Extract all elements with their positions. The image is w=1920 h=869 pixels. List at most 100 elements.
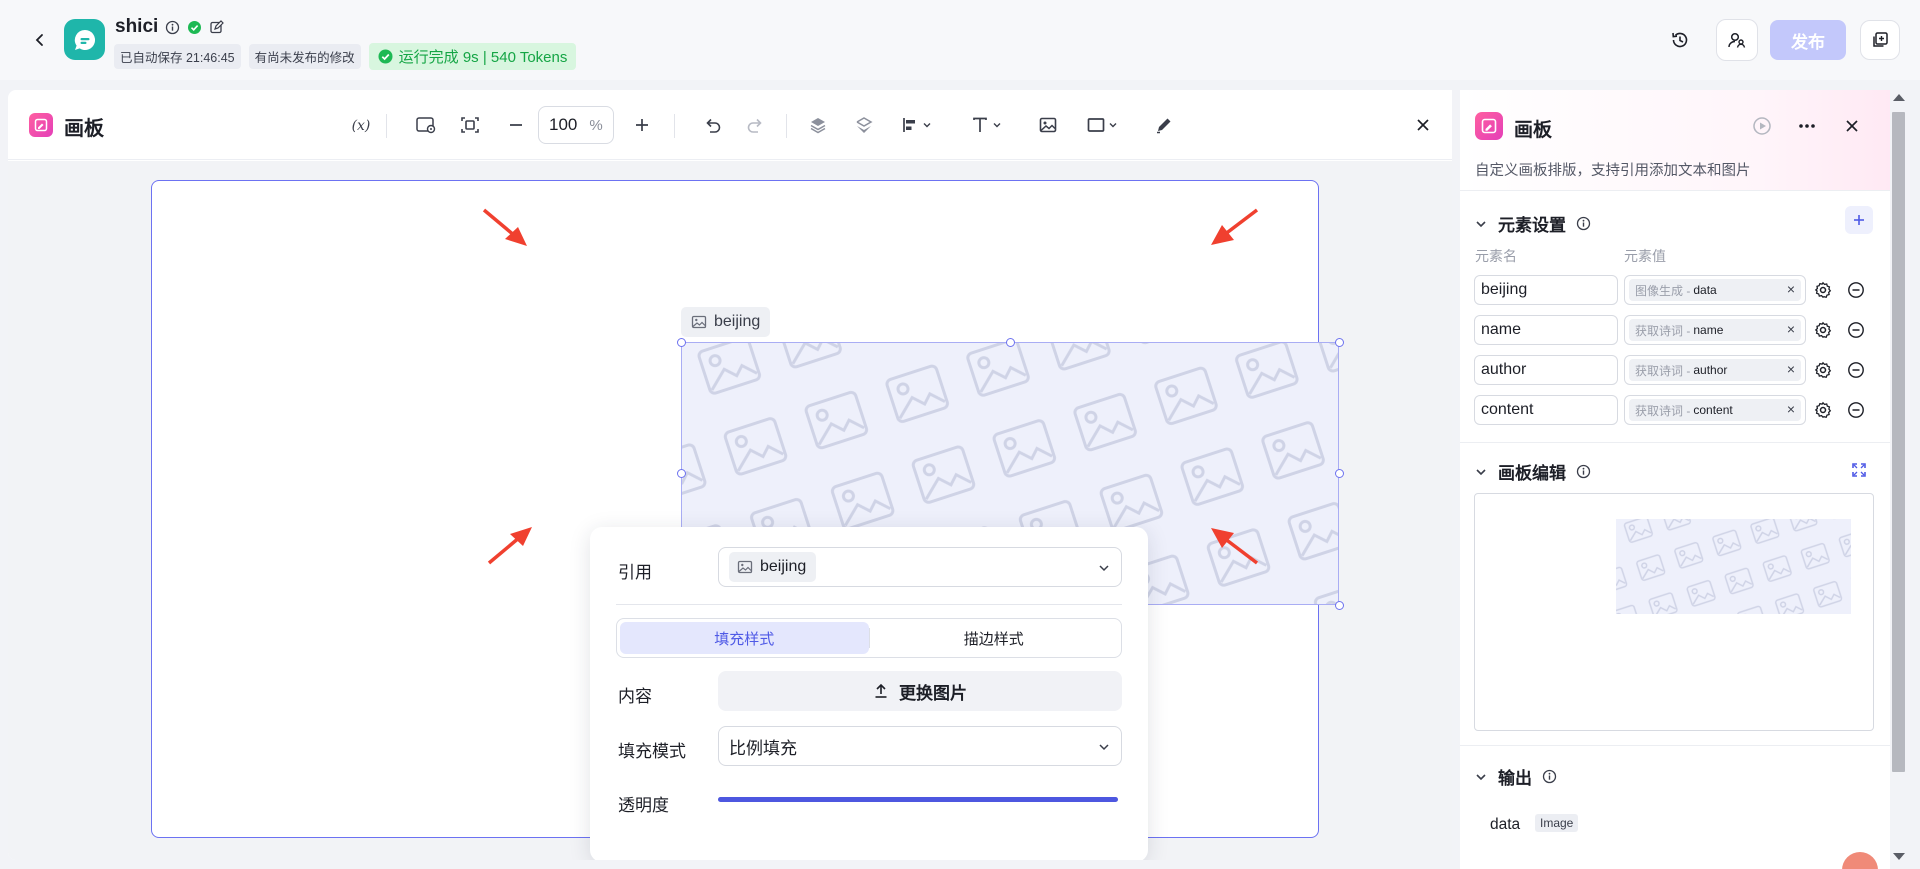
- element-name-input[interactable]: content: [1474, 395, 1618, 425]
- info-icon[interactable]: [1542, 769, 1557, 784]
- add-element-button[interactable]: [1845, 206, 1873, 234]
- remove-value-icon[interactable]: ×: [1787, 322, 1795, 337]
- zoom-input[interactable]: 100 %: [538, 106, 614, 144]
- minus-circle-icon: [1848, 362, 1864, 378]
- opacity-slider[interactable]: [718, 797, 1118, 802]
- reference-select[interactable]: beijing: [718, 547, 1122, 587]
- remove-element-button[interactable]: [1846, 320, 1866, 340]
- expand-editor-button[interactable]: [1849, 460, 1869, 480]
- remove-value-icon[interactable]: ×: [1787, 402, 1795, 417]
- chevron-down-icon: [1109, 123, 1117, 128]
- remove-element-button[interactable]: [1846, 360, 1866, 380]
- close-panel-button[interactable]: [1840, 114, 1864, 138]
- fit-screen-icon: [461, 117, 479, 133]
- run-status-badge[interactable]: 运行完成 9s | 540 Tokens: [368, 43, 577, 70]
- tab-fill-style[interactable]: 填充样式: [620, 622, 869, 654]
- bring-forward-button[interactable]: [800, 112, 836, 138]
- send-backward-button[interactable]: [846, 112, 882, 138]
- close-canvas-button[interactable]: [1412, 114, 1434, 136]
- plus-icon: [636, 119, 648, 131]
- remove-element-button[interactable]: [1846, 280, 1866, 300]
- gear-icon: [1814, 361, 1832, 378]
- svg-text:(x): (x): [352, 118, 371, 134]
- scrollbar-thumb[interactable]: [1892, 112, 1905, 772]
- element-settings-button[interactable]: [1813, 360, 1833, 380]
- resize-handle-top-right[interactable]: [1335, 338, 1344, 347]
- remove-value-icon[interactable]: ×: [1787, 362, 1795, 377]
- element-label-text: beijing: [714, 313, 761, 330]
- minus-circle-icon: [1848, 282, 1864, 298]
- output-section-header[interactable]: 输出: [1474, 764, 1557, 789]
- canvas-viewport[interactable]: beijing 引用 beijing 填充样式 描边样式 内容 更换图片 填充模…: [8, 161, 1452, 860]
- more-options-button[interactable]: [1795, 114, 1819, 138]
- element-settings-button[interactable]: [1813, 320, 1833, 340]
- align-dropdown[interactable]: [892, 112, 942, 138]
- screen-settings-icon: [416, 117, 436, 134]
- copy-workflow-button[interactable]: [1860, 20, 1900, 60]
- fit-view-button[interactable]: [450, 112, 490, 138]
- editor-section-header[interactable]: 画板编辑: [1474, 459, 1591, 484]
- info-icon[interactable]: [1576, 464, 1591, 479]
- fill-mode-select[interactable]: 比例填充: [718, 726, 1122, 766]
- insert-image-button[interactable]: [1030, 112, 1066, 138]
- history-button[interactable]: [1659, 19, 1701, 61]
- preview-image-element: [1616, 519, 1851, 614]
- run-node-button[interactable]: [1750, 114, 1774, 138]
- resize-handle-bottom-right[interactable]: [1335, 601, 1344, 610]
- image-icon: [737, 560, 753, 574]
- undo-button[interactable]: [694, 112, 730, 138]
- element-settings-button[interactable]: [1813, 280, 1833, 300]
- elements-section-header[interactable]: 元素设置: [1474, 211, 1591, 236]
- value-source: 图像生成 -: [1635, 283, 1691, 298]
- element-value-field[interactable]: 图像生成 - data ×: [1624, 275, 1806, 305]
- edit-icon[interactable]: [209, 19, 225, 35]
- canvas-toolbar: 画板 (x) 100 %: [8, 90, 1452, 160]
- pencil-icon: [1157, 118, 1171, 134]
- element-value-field[interactable]: 获取诗词 - content ×: [1624, 395, 1806, 425]
- tab-stroke-style[interactable]: 描边样式: [870, 622, 1119, 654]
- element-name-input[interactable]: name: [1474, 315, 1618, 345]
- redo-icon: [747, 118, 762, 133]
- resize-handle-left[interactable]: [677, 469, 686, 478]
- zoom-out-button[interactable]: [496, 112, 536, 138]
- info-icon[interactable]: [1576, 216, 1591, 231]
- remove-value-icon[interactable]: ×: [1787, 282, 1795, 297]
- scroll-up-arrow[interactable]: [1893, 94, 1905, 101]
- shape-dropdown[interactable]: [1078, 112, 1128, 138]
- pen-tool-button[interactable]: [1146, 112, 1182, 138]
- editor-section-title: 画板编辑: [1498, 464, 1566, 483]
- element-name-input[interactable]: beijing: [1474, 275, 1618, 305]
- panel-scrollbar[interactable]: [1890, 90, 1920, 869]
- chevron-down-icon: [1476, 773, 1486, 780]
- remove-element-button[interactable]: [1846, 400, 1866, 420]
- element-settings-button[interactable]: [1813, 400, 1833, 420]
- resize-handle-top[interactable]: [1006, 338, 1015, 347]
- variable-icon: (x): [352, 118, 371, 134]
- canvas-settings-button[interactable]: [406, 112, 446, 138]
- redo-button[interactable]: [738, 112, 774, 138]
- info-icon[interactable]: [165, 20, 180, 35]
- back-button[interactable]: [28, 28, 52, 52]
- rectangle-icon: [1087, 118, 1105, 132]
- element-value-field[interactable]: 获取诗词 - name ×: [1624, 315, 1806, 345]
- publish-button[interactable]: 发布: [1770, 20, 1846, 60]
- opacity-label: 透明度: [618, 796, 669, 815]
- toolbar-divider: [386, 114, 387, 138]
- resize-handle-top-left[interactable]: [677, 338, 686, 347]
- resize-handle-right[interactable]: [1335, 469, 1344, 478]
- text-dropdown[interactable]: [962, 112, 1012, 138]
- replace-image-button[interactable]: 更换图片: [718, 671, 1122, 711]
- zoom-in-button[interactable]: [622, 112, 662, 138]
- verified-check-icon: [187, 20, 202, 35]
- scroll-down-arrow[interactable]: [1893, 853, 1905, 860]
- panel-title: 画板: [1514, 120, 1553, 141]
- collaborators-button[interactable]: [1716, 19, 1758, 61]
- canvas-preview[interactable]: [1474, 493, 1874, 731]
- align-left-icon: [903, 118, 915, 132]
- element-value-field[interactable]: 获取诗词 - author ×: [1624, 355, 1806, 385]
- element-value-tag: 获取诗词 - author ×: [1629, 359, 1801, 381]
- element-name-input[interactable]: author: [1474, 355, 1618, 385]
- chevron-down-icon: [1099, 565, 1109, 572]
- variable-button[interactable]: (x): [346, 112, 376, 138]
- divider: [1460, 442, 1890, 443]
